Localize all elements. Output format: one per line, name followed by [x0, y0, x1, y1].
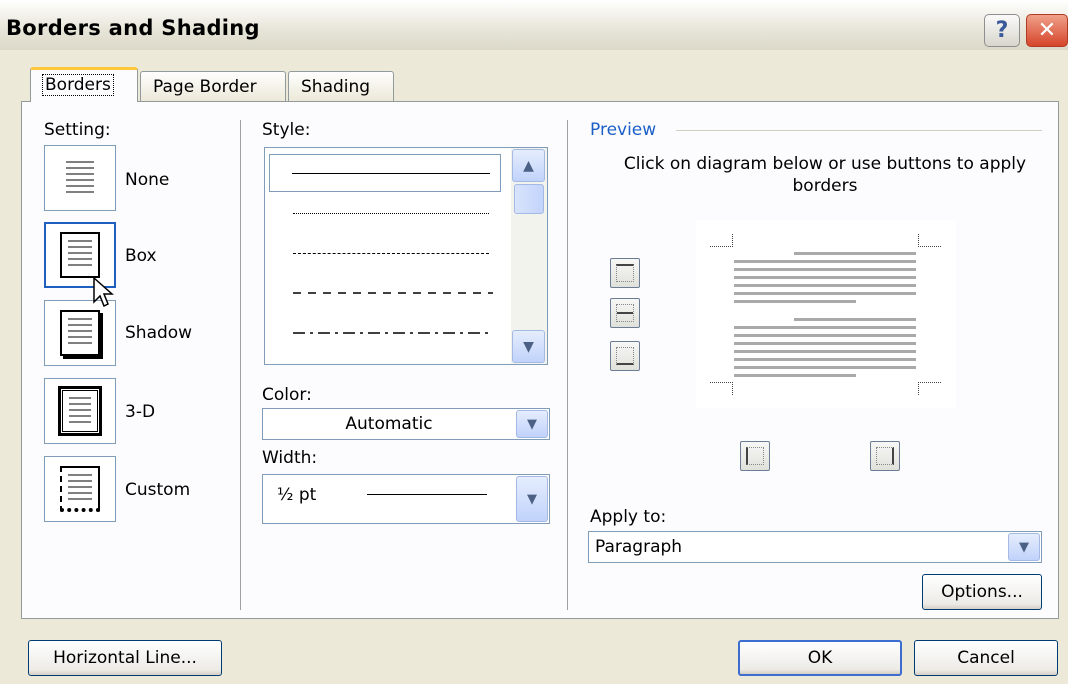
width-value: ½ pt: [277, 485, 317, 505]
scroll-up-button[interactable]: ▲: [512, 149, 545, 182]
left-border-icon: [746, 447, 764, 465]
setting-shadow-label: Shadow: [125, 323, 193, 343]
apply-to-value: Paragraph: [595, 537, 683, 557]
3d-border-icon: [58, 386, 102, 436]
style-listbox[interactable]: ▲ ▼: [264, 147, 548, 365]
color-label: Color:: [262, 385, 312, 405]
apply-to-dropdown-button[interactable]: ▼: [1008, 533, 1040, 561]
tab-label: Shading: [301, 77, 371, 97]
setting-none-label: None: [125, 170, 170, 190]
color-value: Automatic: [345, 414, 433, 434]
ok-button[interactable]: OK: [738, 640, 902, 676]
style-option-dotted[interactable]: [271, 194, 499, 232]
color-dropdown[interactable]: Automatic ▼: [262, 408, 550, 440]
chevron-down-icon: ▼: [527, 491, 537, 507]
setting-label: Setting:: [44, 120, 111, 140]
setting-box-label: Box: [125, 246, 157, 266]
tab-shading[interactable]: Shading: [288, 71, 394, 101]
preview-groupline: [676, 130, 1042, 131]
top-border-icon: [616, 264, 634, 282]
horizontal-line-button-label: Horizontal Line...: [53, 648, 197, 668]
chevron-up-icon: ▲: [523, 157, 534, 174]
dash-dot-line: [293, 332, 493, 334]
right-border-icon: [876, 447, 894, 465]
box-border-icon: [60, 232, 100, 278]
style-option-dashed-long[interactable]: [271, 274, 499, 312]
close-button[interactable]: ✕: [1026, 14, 1068, 47]
color-dropdown-button[interactable]: ▼: [516, 410, 548, 438]
setting-custom-option[interactable]: [44, 456, 116, 522]
preview-instruction: Click on diagram below or use buttons to…: [623, 154, 1027, 196]
preview-label: Preview: [590, 120, 657, 140]
left-border-button[interactable]: [740, 441, 770, 471]
style-scrollbar[interactable]: ▲ ▼: [511, 148, 547, 364]
scroll-down-button[interactable]: ▼: [512, 330, 545, 363]
apply-to-label: Apply to:: [590, 507, 667, 527]
chevron-down-icon: ▼: [1019, 539, 1029, 555]
top-border-button[interactable]: [610, 258, 640, 288]
width-sample-line: [367, 494, 487, 495]
tab-page-border[interactable]: Page Border: [140, 71, 286, 101]
setting-3d-label: 3-D: [125, 402, 156, 422]
style-option-dash-dot[interactable]: [271, 314, 499, 352]
close-icon: ✕: [1037, 18, 1057, 43]
shadow-border-icon: [60, 310, 100, 356]
inside-horizontal-border-icon: [616, 304, 634, 322]
window-title: Borders and Shading: [6, 16, 260, 40]
column-divider: [567, 120, 568, 610]
tab-label: Page Border: [153, 77, 257, 97]
custom-border-icon: [60, 466, 100, 512]
width-dropdown[interactable]: ½ pt ▼: [262, 474, 550, 524]
chevron-down-icon: ▼: [523, 338, 534, 355]
cancel-button[interactable]: Cancel: [914, 640, 1058, 676]
ok-button-label: OK: [807, 648, 833, 668]
horizontal-line-button[interactable]: Horizontal Line...: [28, 640, 222, 676]
dashed-long-line: [293, 292, 493, 294]
setting-custom-label: Custom: [125, 480, 191, 500]
chevron-down-icon: ▼: [527, 416, 537, 432]
bottom-border-icon: [616, 347, 634, 365]
tab-borders[interactable]: Borders: [30, 67, 138, 102]
help-button[interactable]: ?: [984, 14, 1020, 47]
setting-3d-option[interactable]: [44, 378, 116, 444]
mouse-cursor-icon: [93, 276, 114, 308]
preview-diagram[interactable]: [696, 220, 956, 408]
right-border-button[interactable]: [870, 441, 900, 471]
column-divider: [240, 120, 241, 610]
style-option-dashed-short[interactable]: [271, 234, 499, 272]
no-border-icon: [60, 155, 100, 201]
width-label: Width:: [262, 448, 318, 468]
tab-label: Borders: [42, 74, 114, 96]
width-dropdown-button[interactable]: ▼: [516, 476, 548, 522]
help-icon: ?: [995, 18, 1009, 43]
style-label: Style:: [262, 120, 311, 140]
options-button-label: Options...: [941, 582, 1023, 602]
scroll-thumb[interactable]: [514, 184, 544, 214]
bottom-border-button[interactable]: [610, 341, 640, 371]
style-option-solid[interactable]: [269, 154, 501, 192]
inside-horizontal-border-button[interactable]: [610, 298, 640, 328]
cancel-button-label: Cancel: [957, 648, 1015, 668]
apply-to-dropdown[interactable]: Paragraph ▼: [588, 531, 1042, 563]
setting-none-option[interactable]: [44, 145, 116, 211]
options-button[interactable]: Options...: [922, 574, 1042, 610]
